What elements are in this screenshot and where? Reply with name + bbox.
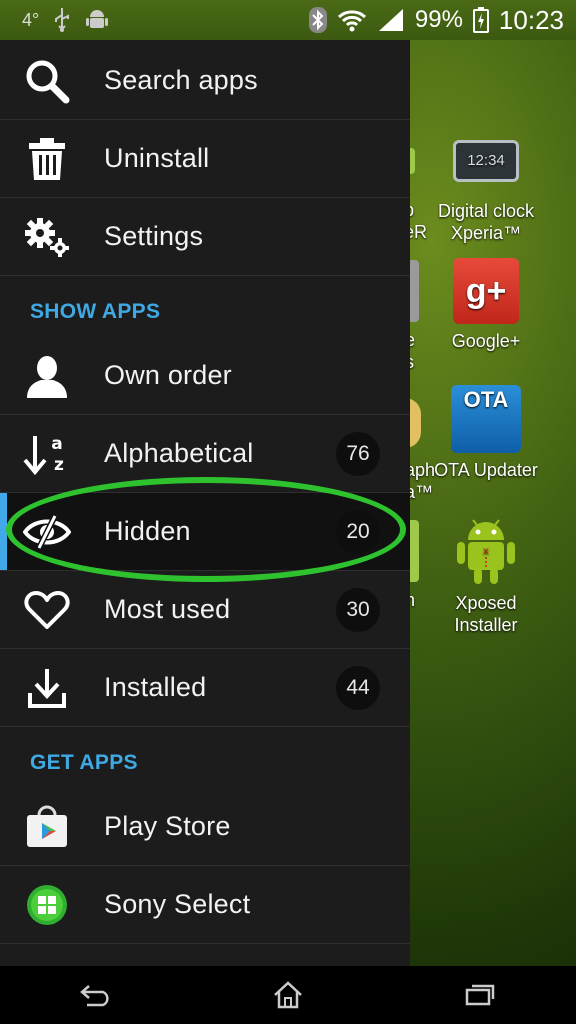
menu-item-label: Alphabetical xyxy=(104,438,254,468)
show-apps-section-header: SHOW APPS xyxy=(30,300,161,323)
count-badge: 76 xyxy=(336,431,380,476)
battery-charging-icon xyxy=(472,7,489,33)
menu-item-label: Settings xyxy=(104,221,204,251)
menu-item-label: Own order xyxy=(104,360,232,390)
get-apps-section-header: GET APPS xyxy=(30,751,138,774)
sony-select-icon xyxy=(27,884,67,925)
hidden-eye-icon xyxy=(23,514,71,549)
trash-icon xyxy=(29,137,65,180)
clock: 10:23 xyxy=(498,4,564,35)
signal-icon xyxy=(378,9,403,31)
menu-item-sony-select[interactable]: Sony Select xyxy=(0,866,410,944)
bluetooth-icon xyxy=(308,7,327,33)
home-app-xposed-installer[interactable]: x Xposed Installer xyxy=(421,514,551,636)
menu-item-settings[interactable]: Settings xyxy=(0,198,410,276)
xposed-label-line2: Installer xyxy=(454,615,518,635)
partial-label: s xyxy=(405,352,445,373)
usb-icon xyxy=(55,8,70,32)
back-icon xyxy=(80,985,109,1007)
navigation-bar xyxy=(0,966,576,1024)
play-store-icon xyxy=(27,805,67,847)
ota-updater-app-icon: OTA xyxy=(451,385,521,453)
partial-label: a™ xyxy=(405,482,434,502)
selection-indicator xyxy=(0,493,7,570)
android-notification-icon xyxy=(86,10,109,28)
menu-item-installed[interactable]: Installed 44 xyxy=(0,649,410,727)
xposed-android-icon: x xyxy=(457,519,515,584)
menu-item-own-order[interactable]: Own order xyxy=(0,337,410,415)
count-badge: 44 xyxy=(336,665,380,710)
menu-item-label: Hidden xyxy=(104,516,191,546)
partial-label: aph xyxy=(405,460,436,480)
temperature-indicator: 4° xyxy=(22,9,40,30)
svg-text:a: a xyxy=(51,434,62,454)
menu-item-most-used[interactable]: Most used 30 xyxy=(0,571,410,649)
partial-label: n xyxy=(405,590,416,610)
search-icon xyxy=(26,60,70,103)
menu-item-label: Play Store xyxy=(104,811,231,841)
partial-label: eR xyxy=(404,222,428,242)
heart-icon xyxy=(24,590,70,629)
battery-percent: 99% xyxy=(414,6,463,33)
recent-apps-icon xyxy=(465,984,495,1006)
menu-item-play-store[interactable]: Play Store xyxy=(0,788,410,866)
partial-label: e xyxy=(405,330,416,350)
menu-item-label: Search apps xyxy=(104,65,258,95)
back-button[interactable] xyxy=(56,966,136,1024)
home-button[interactable] xyxy=(248,966,328,1024)
wifi-icon xyxy=(337,10,366,32)
home-icon xyxy=(274,981,302,1009)
svg-text:z: z xyxy=(54,455,64,475)
menu-item-label: Sony Select xyxy=(104,889,251,919)
svg-text:x: x xyxy=(483,546,489,557)
count-badge: 20 xyxy=(336,509,380,554)
count-badge: 30 xyxy=(336,587,380,632)
gears-icon xyxy=(25,217,69,257)
menu-item-uninstall[interactable]: Uninstall xyxy=(0,120,410,198)
menu-item-alphabetical[interactable]: az Alphabetical 76 xyxy=(0,415,410,493)
download-icon xyxy=(28,668,66,708)
menu-item-label: Most used xyxy=(104,594,231,624)
menu-item-label: Installed xyxy=(104,672,207,702)
app-drawer-menu: Search apps Uninstall Settings SHOW APPS… xyxy=(0,40,410,966)
google-plus-app-icon: g+ xyxy=(453,258,519,324)
menu-item-label: Uninstall xyxy=(104,143,210,173)
status-bar: 4° 99% 10:23 xyxy=(0,0,576,40)
recent-apps-button[interactable] xyxy=(440,966,520,1024)
digital-clock-app-icon: 12:34 xyxy=(453,140,519,182)
person-icon xyxy=(27,355,67,398)
menu-item-search-apps[interactable]: Search apps xyxy=(0,42,410,120)
sort-az-icon: az xyxy=(23,434,64,475)
partial-label: p xyxy=(404,200,444,221)
menu-item-hidden[interactable]: Hidden 20 xyxy=(0,493,410,571)
